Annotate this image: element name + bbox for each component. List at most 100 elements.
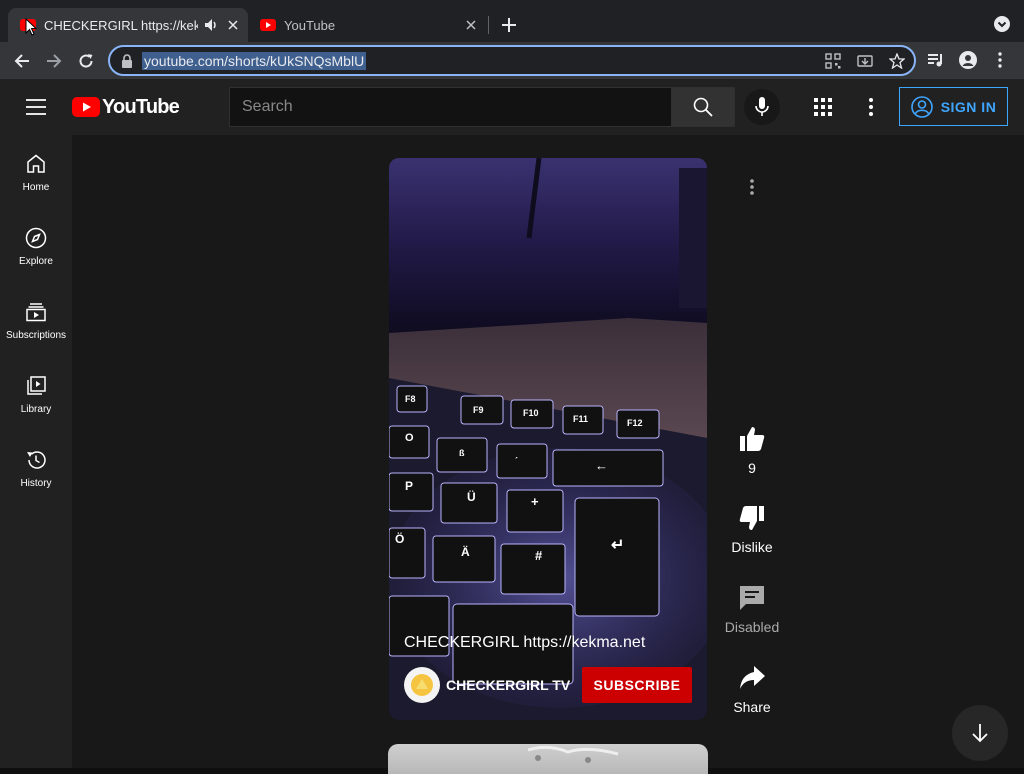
- key-label: F10: [523, 408, 539, 418]
- library-icon: [27, 375, 46, 395]
- guide-item-subscriptions[interactable]: Subscriptions: [0, 283, 72, 357]
- sign-in-button[interactable]: SIGN IN: [899, 87, 1008, 126]
- microphone-icon: [755, 97, 769, 116]
- history-icon: [27, 450, 46, 469]
- key-label: #: [535, 548, 543, 563]
- mouse-cursor-icon: [25, 18, 37, 36]
- guide-item-label: Home: [22, 181, 50, 193]
- tab-title: CHECKERGIRL https://kekma.net: [44, 17, 198, 33]
- apps-grid-icon: [814, 98, 832, 116]
- address-bar[interactable]: youtube.com/shorts/kUkSNQsMblU: [108, 45, 916, 76]
- lock-icon[interactable]: [120, 53, 134, 68]
- more-vertical-icon: [869, 98, 873, 116]
- guide-item-library[interactable]: Library: [0, 357, 72, 431]
- media-controls-icon[interactable]: [926, 50, 946, 70]
- account-circle-icon: [910, 95, 933, 118]
- explore-icon: [25, 227, 47, 248]
- bookmark-star-icon[interactable]: [886, 51, 908, 71]
- key-label: ↵: [611, 537, 624, 554]
- home-icon: [27, 154, 45, 173]
- next-short-preview[interactable]: [388, 744, 708, 774]
- arrow-right-icon: [47, 54, 62, 68]
- arrow-left-icon: [14, 54, 29, 68]
- profile-icon[interactable]: [958, 50, 978, 70]
- tab-checkergirl[interactable]: CHECKERGIRL https://kekma.net: [8, 8, 248, 42]
- close-tab-icon[interactable]: [462, 16, 480, 34]
- short-more-button[interactable]: [740, 175, 764, 199]
- share-button[interactable]: Share: [722, 663, 782, 715]
- search-icon: [693, 97, 713, 117]
- browser-toolbar: youtube.com/shorts/kUkSNQsMblU: [0, 42, 1024, 79]
- comments-button[interactable]: Disabled: [722, 583, 782, 635]
- comments-label: Disabled: [724, 619, 780, 635]
- settings-button[interactable]: [859, 95, 883, 119]
- channel-avatar[interactable]: [404, 667, 440, 703]
- browser-tab-strip: CHECKERGIRL https://kekma.net YouTube: [0, 0, 1024, 46]
- tab-title: YouTube: [284, 17, 336, 33]
- key-label: +: [531, 494, 539, 509]
- hamburger-menu-icon: [26, 99, 46, 115]
- dislike-label: Dislike: [731, 539, 773, 555]
- reload-button[interactable]: [73, 48, 99, 74]
- back-button[interactable]: [9, 48, 35, 74]
- youtube-logo-icon: [72, 97, 100, 117]
- arrow-down-icon: [972, 724, 988, 743]
- key-label: P: [405, 479, 413, 493]
- key-label: F8: [405, 394, 416, 404]
- youtube-logo[interactable]: YouTube: [72, 95, 180, 119]
- install-app-icon[interactable]: [854, 51, 876, 71]
- youtube-wordmark: YouTube: [102, 95, 180, 118]
- key-label: F12: [627, 418, 643, 428]
- key-label: Ä: [461, 544, 470, 559]
- subscribe-button[interactable]: SUBSCRIBE: [582, 667, 692, 703]
- share-icon: [740, 666, 765, 689]
- short-title[interactable]: CHECKERGIRL https://kekma.net: [404, 634, 645, 652]
- guide-item-label: Subscriptions: [5, 329, 67, 341]
- guide-item-home[interactable]: Home: [0, 135, 72, 209]
- key-label: ←: [595, 458, 608, 473]
- like-count: 9: [748, 460, 756, 476]
- subscriptions-icon: [26, 302, 46, 321]
- guide-sidebar: Home Explore Subscriptions Library Histo…: [0, 135, 72, 768]
- speaker-icon[interactable]: [202, 16, 220, 34]
- new-tab-button[interactable]: [498, 14, 520, 36]
- channel-avatar-icon: [411, 674, 433, 696]
- plus-icon: [502, 18, 516, 32]
- youtube-masthead: YouTube SIGN IN: [0, 79, 1024, 135]
- comment-icon: [740, 586, 764, 610]
- key-label: ´: [515, 456, 518, 466]
- guide-item-history[interactable]: History: [0, 431, 72, 505]
- key-label: ß: [459, 448, 465, 458]
- youtube-apps-button[interactable]: [811, 95, 835, 119]
- search-box[interactable]: [229, 87, 672, 127]
- key-label: O: [405, 432, 414, 444]
- key-label: F11: [573, 414, 588, 424]
- dislike-button[interactable]: Dislike: [722, 503, 782, 555]
- sign-in-label: SIGN IN: [940, 98, 997, 115]
- url-text[interactable]: youtube.com/shorts/kUkSNQsMblU: [142, 51, 367, 70]
- browser-menu-icon[interactable]: [990, 50, 1010, 70]
- tab-youtube[interactable]: YouTube: [252, 8, 486, 42]
- shorts-video-player[interactable]: F8 F9 F10 F11 F12 ß ´ + # Ö Ä Ü P O ← ↵ …: [389, 158, 707, 720]
- guide-menu-button[interactable]: [24, 95, 48, 119]
- search-input[interactable]: [230, 98, 671, 116]
- reload-icon: [79, 54, 93, 68]
- close-tab-icon[interactable]: [224, 16, 242, 34]
- forward-button[interactable]: [41, 48, 67, 74]
- voice-search-button[interactable]: [744, 89, 780, 125]
- tab-search-button[interactable]: [992, 14, 1012, 34]
- next-short-thumbnail: [527, 745, 619, 763]
- youtube-favicon-icon: [260, 19, 276, 31]
- guide-item-explore[interactable]: Explore: [0, 209, 72, 283]
- like-button[interactable]: 9: [722, 424, 782, 476]
- qr-code-icon[interactable]: [822, 51, 844, 71]
- search-button[interactable]: [671, 87, 735, 127]
- share-label: Share: [733, 699, 771, 715]
- guide-item-label: History: [20, 477, 52, 489]
- channel-name[interactable]: CHECKERGIRL TV: [446, 677, 570, 693]
- next-short-button[interactable]: [952, 705, 1008, 761]
- key-label: Ö: [395, 531, 404, 546]
- thumbs-down-icon: [739, 506, 764, 530]
- guide-item-label: Explore: [19, 255, 53, 267]
- key-label: F9: [473, 405, 484, 415]
